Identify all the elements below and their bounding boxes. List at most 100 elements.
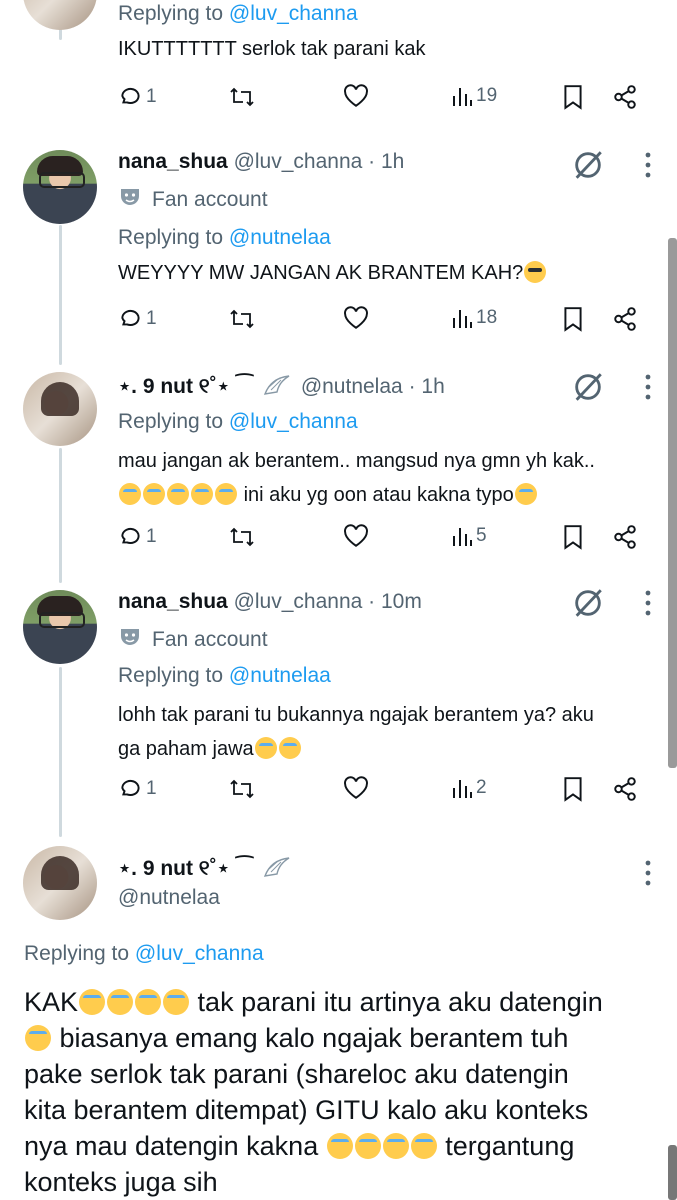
avatar[interactable] — [23, 590, 97, 664]
avatar[interactable] — [23, 846, 97, 920]
view-count: 5 — [476, 525, 487, 546]
more-options-icon[interactable] — [645, 590, 651, 621]
bookmark-button[interactable] — [562, 776, 584, 802]
reply-count: 1 — [146, 86, 157, 107]
view-count: 2 — [476, 777, 487, 798]
reply-button[interactable]: 1 — [118, 306, 157, 332]
display-name[interactable]: nana_shua — [118, 150, 228, 173]
wing-icon — [263, 374, 291, 402]
tweet-text: WEYYYY MW JANGAN AK BRANTEM KAH? — [118, 256, 658, 290]
replying-to: Replying to @luv_channa — [118, 2, 358, 26]
bookmark-button[interactable] — [562, 84, 584, 110]
mask-icon — [118, 185, 142, 215]
bookmark-button[interactable] — [562, 524, 584, 550]
tweet[interactable]: nana_shua @luv_channa · 10m Fan account … — [0, 582, 677, 822]
more-options-icon[interactable] — [645, 374, 651, 405]
avatar[interactable] — [23, 372, 97, 446]
views-icon — [450, 524, 474, 548]
bookmark-icon — [562, 84, 584, 110]
tweet-top-icons — [571, 586, 651, 625]
user-handle[interactable]: @luv_channa — [234, 150, 363, 173]
views-button[interactable]: 5 — [450, 524, 487, 548]
retweet-icon — [228, 524, 256, 550]
reply-count: 1 — [146, 308, 157, 329]
reply-button[interactable]: 1 — [118, 524, 157, 550]
like-button[interactable] — [343, 776, 369, 800]
crying-emoji-icon — [167, 483, 189, 505]
tweet[interactable]: ⋆. 9 nut ୧˚⋆ ⁀ @nutnelaa · 1h Replying t… — [0, 362, 677, 582]
user-handle[interactable]: @nutnelaa — [301, 375, 403, 398]
views-button[interactable]: 2 — [450, 776, 487, 800]
replying-to: Replying to @nutnelaa — [118, 664, 331, 688]
handle-row: @nutnelaa — [118, 886, 220, 910]
share-icon — [612, 776, 638, 802]
reply-to-handle-link[interactable]: @nutnelaa — [229, 664, 331, 687]
share-button[interactable] — [612, 306, 638, 332]
user-handle[interactable]: @luv_channa — [234, 590, 363, 613]
crying-emoji-icon — [143, 483, 165, 505]
display-name[interactable]: nana_shua — [118, 590, 228, 613]
grok-icon[interactable] — [571, 586, 605, 625]
reply-button[interactable]: 1 — [118, 776, 157, 802]
retweet-button[interactable] — [228, 306, 256, 332]
reply-to-handle-link[interactable]: @luv_channa — [135, 942, 264, 965]
grok-icon[interactable] — [571, 148, 605, 187]
crying-emoji-icon — [215, 483, 237, 505]
tweet-text-line: KAK tak parani itu artinya aku datengin — [24, 984, 654, 1020]
bookmark-icon — [562, 306, 584, 332]
crying-emoji-icon — [79, 989, 106, 1015]
glasses-shape — [39, 612, 85, 628]
timestamp[interactable]: · 1h — [409, 375, 445, 398]
like-button[interactable] — [343, 306, 369, 330]
retweet-icon — [228, 84, 256, 110]
avatar[interactable] — [23, 150, 97, 224]
display-name[interactable]: ⋆. 9 nut ୧˚⋆ ⁀ — [118, 857, 253, 880]
more-options-icon[interactable] — [645, 152, 651, 183]
user-handle[interactable]: @nutnelaa — [118, 886, 220, 909]
reply-count: 1 — [146, 526, 157, 547]
tweet-text-content: biasanya emang kalo ngajak berantem tuh — [59, 1023, 569, 1053]
timestamp[interactable]: · 10m — [368, 590, 422, 613]
avatar[interactable] — [23, 0, 97, 30]
retweet-button[interactable] — [228, 776, 256, 802]
crying-emoji-icon — [135, 989, 162, 1015]
retweet-button[interactable] — [228, 84, 256, 110]
tweet[interactable]: nana_shua @luv_channa · 1h Fan account R… — [0, 140, 677, 362]
more-options-icon[interactable] — [645, 860, 651, 891]
views-button[interactable]: 18 — [450, 306, 497, 330]
share-button[interactable] — [612, 84, 638, 110]
tweet-text-line: ga paham jawa — [118, 732, 658, 766]
tweet-text: IKUTTTTTTT serlok tak parani kak — [118, 38, 426, 60]
views-button[interactable]: 19 — [450, 84, 497, 108]
tweet[interactable]: Replying to @luv_channa IKUTTTTTTT serlo… — [0, 0, 677, 140]
tweet-text-line: ini aku yg oon atau kakna typo — [118, 478, 658, 512]
grok-icon[interactable] — [571, 370, 605, 409]
tweet-top-icons — [645, 860, 651, 891]
share-button[interactable] — [612, 524, 638, 550]
reply-to-handle-link[interactable]: @luv_channa — [229, 2, 358, 25]
reply-icon — [118, 776, 144, 802]
share-button[interactable] — [612, 776, 638, 802]
display-name[interactable]: ⋆. 9 nut ୧˚⋆ ⁀ — [118, 375, 253, 398]
reply-to-handle-link[interactable]: @nutnelaa — [229, 226, 331, 249]
crying-emoji-icon — [410, 1133, 437, 1159]
reply-to-handle-link[interactable]: @luv_channa — [229, 410, 358, 433]
reply-button[interactable]: 1 — [118, 84, 157, 110]
timestamp[interactable]: · 1h — [368, 150, 404, 173]
heart-icon — [343, 84, 369, 108]
tweet-text-content: KAK — [24, 987, 79, 1017]
fan-account-label: Fan account — [118, 185, 268, 215]
share-icon — [612, 524, 638, 550]
retweet-icon — [228, 776, 256, 802]
reply-icon — [118, 524, 144, 550]
tweet-header: nana_shua @luv_channa · 1h — [118, 150, 404, 174]
wing-icon — [263, 856, 291, 884]
crying-emoji-icon — [191, 483, 213, 505]
like-button[interactable] — [343, 524, 369, 548]
tweet-text-content: ini aku yg oon atau kakna typo — [243, 484, 514, 506]
replying-to-label: Replying to — [118, 410, 224, 433]
retweet-button[interactable] — [228, 524, 256, 550]
like-button[interactable] — [343, 84, 369, 108]
main-tweet[interactable]: ⋆. 9 nut ୧˚⋆ ⁀ @nutnelaa Replying to @lu… — [0, 840, 677, 1200]
bookmark-button[interactable] — [562, 306, 584, 332]
